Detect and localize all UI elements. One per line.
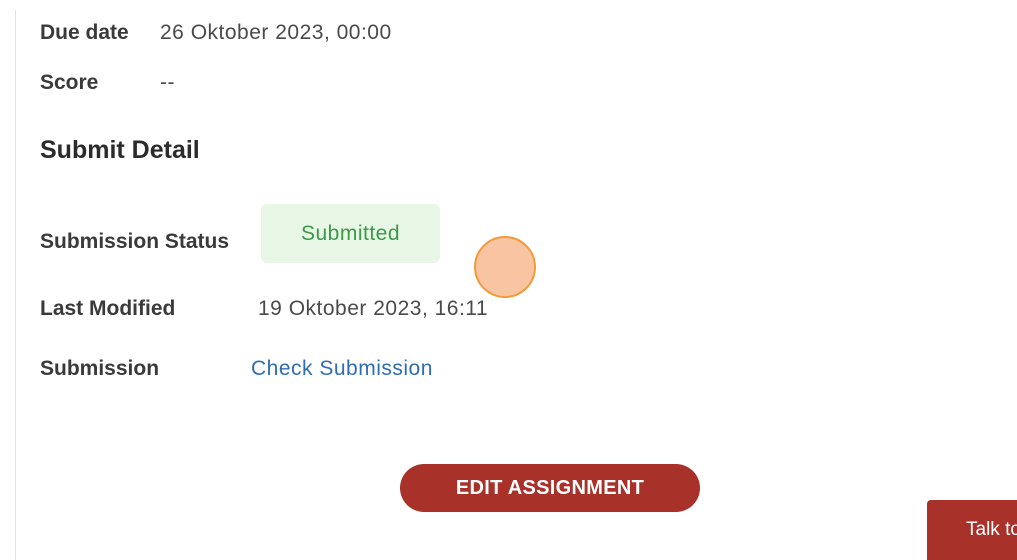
chat-widget-button[interactable]: Talk to us: [927, 500, 1017, 560]
last-modified-label: Last Modified: [40, 297, 176, 320]
status-badge-text: Submitted: [300, 221, 401, 245]
cursor-indicator: [474, 236, 536, 298]
due-date-value: 26 Oktober 2023, 00:00: [160, 21, 392, 44]
submit-detail-title: Submit Detail: [40, 136, 200, 164]
edit-assignment-label: EDIT ASSIGNMENT: [455, 476, 645, 499]
due-date-label: Due date: [40, 21, 129, 44]
submission-status-label: Submission Status: [40, 230, 230, 253]
score-label: Score: [40, 71, 99, 94]
score-value: --: [160, 71, 175, 94]
left-divider: [15, 10, 16, 560]
submission-label: Submission: [40, 357, 160, 380]
edit-assignment-button[interactable]: EDIT ASSIGNMENT: [400, 464, 700, 512]
check-submission-link[interactable]: Check Submission: [251, 357, 433, 381]
chat-widget-label: Talk to us: [966, 519, 1017, 540]
last-modified-value: 19 Oktober 2023, 16:11: [258, 297, 489, 320]
status-badge: Submitted: [261, 204, 440, 263]
